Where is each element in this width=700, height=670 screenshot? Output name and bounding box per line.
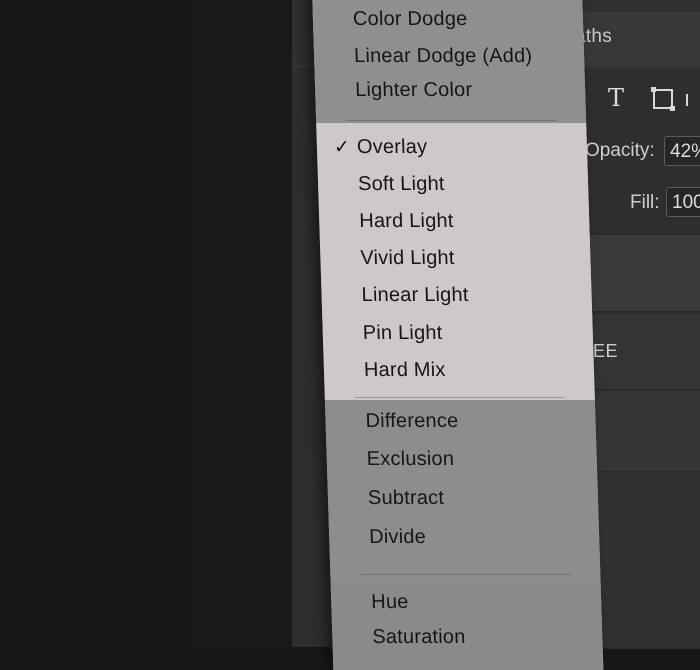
menu-divider: [346, 120, 557, 121]
menu-group-contrast: ✓ Overlay Soft Light Hard Light Vivid Li…: [316, 123, 595, 400]
menu-item-pin-light[interactable]: Pin Light: [362, 322, 442, 345]
menu-group-component: Hue Saturation: [330, 582, 604, 670]
menu-item-hard-light[interactable]: Hard Light: [359, 210, 454, 233]
menu-item-overlay[interactable]: Overlay: [357, 136, 428, 159]
menu-item-linear-light[interactable]: Linear Light: [361, 284, 469, 307]
more-tools-icon[interactable]: [686, 94, 694, 106]
check-icon: ✓: [333, 136, 351, 158]
menu-group-lighten: Color Dodge Linear Dodge (Add) Lighter C…: [312, 0, 587, 123]
menu-item-vivid-light[interactable]: Vivid Light: [360, 247, 455, 270]
canvas-workspace: [0, 0, 292, 647]
menu-divider: [354, 397, 565, 398]
menu-item-subtract[interactable]: Subtract: [368, 487, 445, 510]
fill-label: Fill:: [630, 192, 660, 213]
fill-input[interactable]: 100%: [666, 187, 700, 217]
menu-group-comparative: Difference Exclusion Subtract Divide: [324, 400, 601, 582]
opacity-label: Opacity:: [585, 140, 655, 161]
menu-item-lighter-color[interactable]: Lighter Color: [355, 79, 473, 102]
menu-item-linear-dodge[interactable]: Linear Dodge (Add): [354, 45, 533, 68]
transform-icon[interactable]: [651, 87, 675, 111]
menu-item-divide[interactable]: Divide: [369, 526, 427, 549]
menu-divider: [360, 574, 571, 575]
opacity-input[interactable]: 42%: [664, 136, 700, 166]
type-tool-icon[interactable]: T: [608, 84, 624, 112]
blend-mode-menu: Color Dodge Linear Dodge (Add) Lighter C…: [312, 0, 604, 670]
menu-item-difference[interactable]: Difference: [365, 410, 459, 433]
menu-item-hue[interactable]: Hue: [371, 591, 409, 614]
menu-item-soft-light[interactable]: Soft Light: [358, 173, 445, 196]
menu-item-saturation[interactable]: Saturation: [372, 626, 466, 649]
menu-item-hard-mix[interactable]: Hard Mix: [364, 359, 446, 382]
menu-item-color-dodge[interactable]: Color Dodge: [353, 8, 468, 31]
menu-item-exclusion[interactable]: Exclusion: [366, 448, 454, 471]
